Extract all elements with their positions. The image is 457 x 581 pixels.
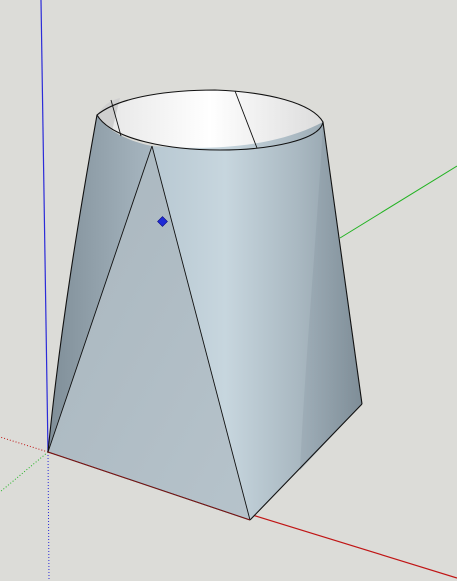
red-axis-dotted-line bbox=[0, 436, 49, 453]
3d-viewport[interactable] bbox=[0, 0, 457, 581]
blue-axis-line bbox=[40, 0, 49, 453]
blue-axis-dotted-line bbox=[47, 451, 50, 581]
green-axis-dotted-line bbox=[0, 451, 49, 493]
green-axis-line bbox=[339, 165, 457, 239]
scene-canvas[interactable] bbox=[0, 0, 457, 581]
model-group[interactable] bbox=[47, 89, 363, 521]
